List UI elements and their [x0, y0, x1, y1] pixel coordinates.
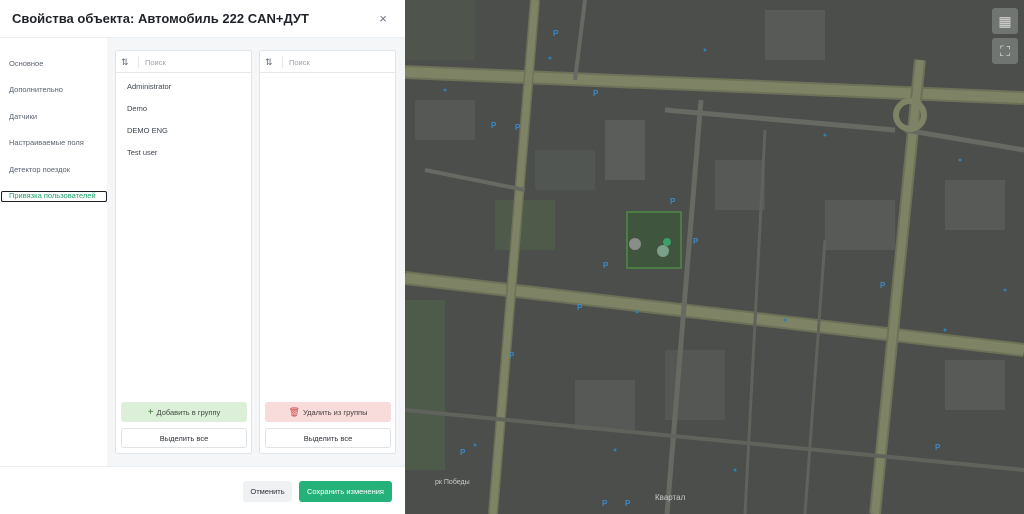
fullscreen-icon[interactable]: ⛶: [992, 38, 1018, 64]
list-item[interactable]: Demo: [127, 104, 147, 113]
layers-icon[interactable]: ▦: [992, 8, 1018, 34]
sidebar-item-user-binding[interactable]: Привязка пользователей: [1, 191, 107, 202]
trash-icon: 🗑: [288, 406, 300, 417]
sidebar-item-basic[interactable]: Основное: [9, 59, 43, 68]
search-input[interactable]: [138, 56, 243, 68]
svg-text:P: P: [515, 123, 521, 132]
select-all-label: Выделить все: [159, 433, 209, 443]
sidebar-item-additional[interactable]: Дополнительно: [9, 85, 63, 94]
svg-text:P: P: [553, 29, 559, 38]
object-properties-modal: Свойства объекта: Автомобиль 222 CAN+ДУТ…: [0, 0, 405, 514]
modal-footer: Отменить Сохранить изменения: [0, 466, 405, 514]
svg-text:P: P: [880, 281, 886, 290]
user-binding-content: ⇅ Administrator Demo DEMO ENG Test user …: [107, 38, 405, 466]
cancel-button[interactable]: Отменить: [243, 481, 292, 502]
map-view[interactable]: P P P P P P P P P P P P P P рк Победы Квартал ▦ ⛶: [405, 0, 1024, 514]
save-button[interactable]: Сохранить изменения: [299, 481, 392, 502]
list-item[interactable]: Test user: [127, 148, 157, 157]
remove-from-group-button[interactable]: 🗑 Удалить из группы: [265, 402, 391, 422]
available-users-panel: ⇅ Administrator Demo DEMO ENG Test user …: [115, 50, 252, 454]
list-item[interactable]: DEMO ENG: [127, 126, 168, 135]
svg-text:P: P: [625, 499, 631, 508]
svg-text:P: P: [935, 443, 941, 452]
park-label: рк Победы: [435, 478, 470, 486]
svg-text:P: P: [602, 499, 608, 508]
select-all-label: Выделить все: [303, 433, 353, 443]
svg-text:P: P: [577, 303, 583, 312]
add-to-group-label: Добавить в группу: [156, 407, 221, 417]
svg-text:P: P: [460, 448, 466, 457]
svg-text:P: P: [491, 121, 497, 130]
sidebar-item-trip-detector[interactable]: Детектор поездок: [9, 165, 70, 174]
select-all-button[interactable]: Выделить все: [265, 428, 391, 448]
panel-search-bar: ⇅: [260, 51, 395, 73]
add-to-group-button[interactable]: + Добавить в группу: [121, 402, 247, 422]
sidebar-item-sensors[interactable]: Датчики: [9, 112, 37, 121]
search-input[interactable]: [282, 56, 387, 68]
group-users-panel: ⇅ 🗑 Удалить из группы Выделить все: [259, 50, 396, 454]
remove-from-group-label: Удалить из группы: [302, 407, 368, 417]
kvartal-label: Квартал: [655, 493, 686, 502]
plus-icon: +: [147, 406, 154, 418]
sidebar-item-custom-fields[interactable]: Настраиваемые поля: [9, 138, 84, 147]
sort-icon[interactable]: ⇅: [265, 56, 276, 68]
svg-text:P: P: [670, 197, 676, 206]
sort-icon[interactable]: ⇅: [121, 56, 132, 68]
modal-title: Свойства объекта: Автомобиль 222 CAN+ДУТ: [12, 11, 309, 26]
panel-search-bar: ⇅: [116, 51, 251, 73]
select-all-button[interactable]: Выделить все: [121, 428, 247, 448]
map-canvas: P P P P P P P P P P P P P P рк Победы Квартал: [405, 0, 1024, 514]
svg-text:P: P: [509, 351, 515, 360]
list-item[interactable]: Administrator: [127, 82, 171, 91]
svg-text:P: P: [693, 237, 699, 246]
modal-sidebar: Основное Дополнительно Датчики Настраива…: [0, 38, 107, 466]
svg-text:P: P: [603, 261, 609, 270]
svg-text:P: P: [593, 89, 599, 98]
modal-header: Свойства объекта: Автомобиль 222 CAN+ДУТ…: [0, 0, 405, 38]
close-icon[interactable]: ×: [376, 12, 390, 26]
